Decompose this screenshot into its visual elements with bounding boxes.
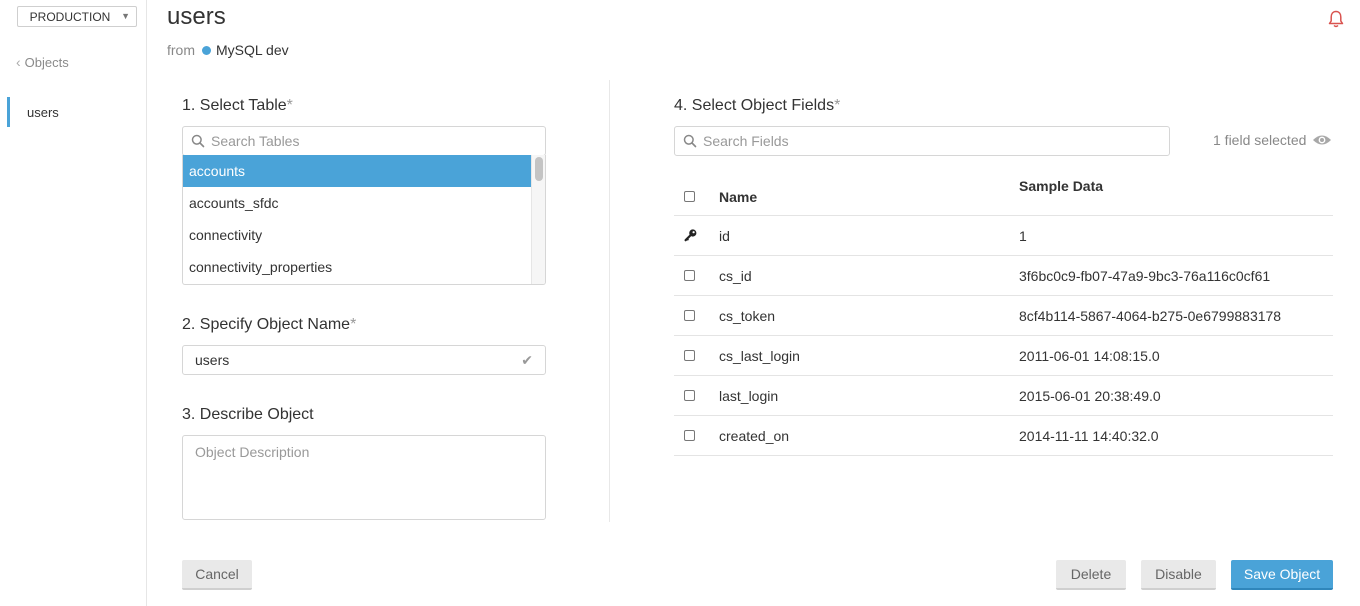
environment-select-value: PRODUCTION bbox=[29, 9, 111, 24]
table-row: id 1 bbox=[674, 216, 1333, 256]
select-table-label: 1. Select Table bbox=[182, 97, 287, 114]
select-table-heading: 1. Select Table* bbox=[182, 97, 293, 115]
selected-field-count: 1 field selected bbox=[1213, 132, 1332, 148]
table-list-scrollbar-thumb[interactable] bbox=[535, 157, 543, 181]
source-subtitle: from MySQL dev bbox=[167, 42, 289, 58]
bell-icon[interactable] bbox=[1326, 9, 1346, 29]
select-fields-label: 4. Select Object Fields bbox=[674, 97, 835, 114]
required-marker: * bbox=[350, 316, 357, 333]
field-sample-data: 3f6bc0c9-fb07-47a9-9bc3-76a116c0cf61 bbox=[1019, 267, 1271, 284]
field-sample-data: 2014-11-11 14:40:32.0 bbox=[1019, 427, 1159, 444]
table-search bbox=[182, 126, 546, 156]
environment-select[interactable]: PRODUCTION ▼ bbox=[17, 6, 137, 27]
caret-down-icon: ▼ bbox=[121, 11, 130, 21]
select-fields-heading: 4. Select Object Fields* bbox=[674, 97, 840, 115]
column-divider bbox=[609, 80, 610, 522]
table-name: connectivity bbox=[189, 227, 263, 243]
field-name: id bbox=[719, 227, 730, 244]
table-list-item[interactable]: connectivity bbox=[183, 219, 531, 251]
eye-icon[interactable] bbox=[1312, 133, 1332, 147]
field-name: cs_token bbox=[719, 307, 776, 324]
field-search bbox=[674, 126, 1170, 156]
field-search-input[interactable] bbox=[703, 133, 1141, 149]
table-list-item[interactable]: connectivity_properties bbox=[183, 251, 531, 283]
search-icon bbox=[683, 134, 697, 148]
table-name: accounts_sfdc bbox=[189, 195, 279, 211]
field-name: last_login bbox=[719, 387, 779, 404]
table-row: cs_token 8cf4b114-5867-4064-b275-0e67998… bbox=[674, 296, 1333, 336]
table-name: connectivity_properties bbox=[189, 259, 333, 275]
cancel-button[interactable]: Cancel bbox=[182, 560, 252, 590]
back-link-label: Objects bbox=[24, 54, 69, 70]
required-marker: * bbox=[286, 97, 293, 114]
sidebar-item-label: users bbox=[27, 104, 59, 120]
sidebar: PRODUCTION ▼ ‹ Objects users bbox=[0, 0, 147, 606]
object-description-field bbox=[182, 435, 546, 520]
table-row: created_on 2014-11-11 14:40:32.0 bbox=[674, 416, 1333, 456]
field-name: created_on bbox=[719, 427, 790, 444]
page-title: users bbox=[167, 3, 226, 30]
field-name: cs_id bbox=[719, 267, 752, 284]
delete-button[interactable]: Delete bbox=[1056, 560, 1126, 590]
table-list-item[interactable]: accounts bbox=[183, 155, 531, 187]
source-name: MySQL dev bbox=[216, 42, 289, 58]
object-name-field: ✔ bbox=[182, 345, 546, 375]
field-sample-data: 2011-06-01 14:08:15.0 bbox=[1019, 347, 1160, 364]
object-name-label: 2. Specify Object Name bbox=[182, 316, 351, 333]
table-row: cs_id 3f6bc0c9-fb07-47a9-9bc3-76a116c0cf… bbox=[674, 256, 1333, 296]
object-name-input[interactable] bbox=[195, 352, 522, 368]
table-row: cs_last_login 2011-06-01 14:08:15.0 bbox=[674, 336, 1333, 376]
table-list-scrollbar-track[interactable] bbox=[531, 155, 545, 284]
save-object-button[interactable]: Save Object bbox=[1231, 560, 1333, 590]
field-checkbox[interactable] bbox=[684, 430, 695, 441]
field-checkbox[interactable] bbox=[684, 350, 695, 361]
fields-table-header: Name Sample Data bbox=[674, 172, 1333, 216]
column-header-name: Name bbox=[719, 189, 758, 205]
field-name: cs_last_login bbox=[719, 347, 800, 364]
column-header-sample-data: Sample Data bbox=[1019, 178, 1104, 194]
required-marker: * bbox=[834, 97, 841, 114]
table-row: last_login 2015-06-01 20:38:49.0 bbox=[674, 376, 1333, 416]
describe-object-heading: 3. Describe Object bbox=[182, 406, 314, 423]
field-sample-data: 8cf4b114-5867-4064-b275-0e6799883178 bbox=[1019, 307, 1282, 324]
fields-table: Name Sample Data id 1 cs_id 3f6bc0c9-fb0… bbox=[674, 172, 1333, 456]
sidebar-item-users[interactable]: users bbox=[7, 97, 146, 127]
table-list: accounts accounts_sfdc connectivity conn… bbox=[182, 155, 546, 285]
object-description-input[interactable] bbox=[183, 436, 545, 519]
checkmark-icon: ✔ bbox=[521, 351, 533, 368]
field-sample-data: 2015-06-01 20:38:49.0 bbox=[1019, 387, 1161, 404]
back-to-objects-link[interactable]: ‹ Objects bbox=[16, 54, 69, 70]
field-checkbox[interactable] bbox=[684, 310, 695, 321]
selected-count-label: 1 field selected bbox=[1213, 132, 1307, 148]
select-all-checkbox[interactable] bbox=[684, 191, 695, 202]
disable-button[interactable]: Disable bbox=[1141, 560, 1216, 590]
table-search-input[interactable] bbox=[211, 133, 530, 149]
from-label: from bbox=[167, 42, 195, 58]
table-list-item[interactable]: accounts_sfdc bbox=[183, 187, 531, 219]
table-name: accounts bbox=[189, 163, 246, 179]
chevron-left-icon: ‹ bbox=[16, 54, 21, 70]
field-checkbox[interactable] bbox=[684, 270, 695, 281]
field-checkbox[interactable] bbox=[684, 390, 695, 401]
source-status-dot bbox=[202, 45, 211, 55]
field-sample-data: 1 bbox=[1019, 227, 1027, 244]
object-name-heading: 2. Specify Object Name* bbox=[182, 316, 356, 334]
search-icon bbox=[191, 134, 205, 148]
key-icon bbox=[684, 229, 697, 242]
